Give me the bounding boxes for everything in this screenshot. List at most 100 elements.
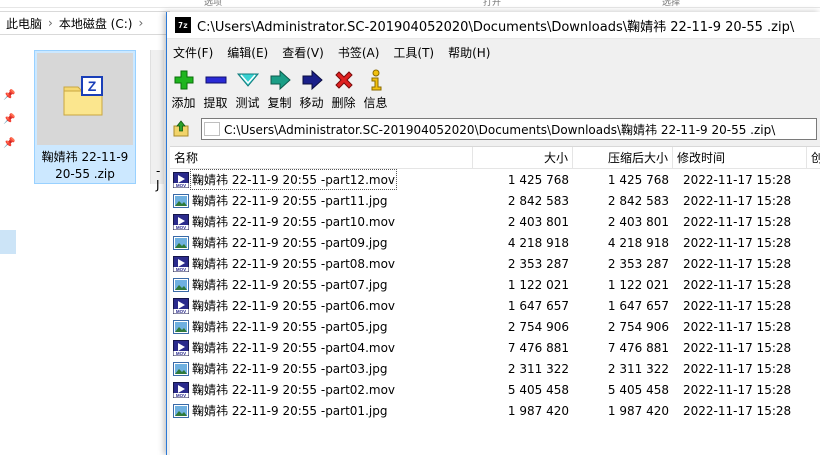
menu-help[interactable]: 帮助(H)	[448, 44, 490, 61]
delete-label: 删除	[331, 96, 356, 110]
add-label: 添加	[171, 96, 196, 110]
file-modified: 2022-11-17 15:28	[683, 193, 792, 208]
file-row[interactable]: 鞠婧祎 22-11-9 20:55 -part09.jpg 4 218 918 4 …	[170, 232, 820, 253]
file-name: 鞠婧祎 22-11-9 20:55 -part09.jpg	[192, 236, 388, 250]
file-row[interactable]: 鞠婧祎 22-11-9 20:55 -part01.jpg 1 987 420 1 …	[170, 400, 820, 421]
ribbon-fragment-2[interactable]: 打开	[483, 0, 501, 7]
image-file-icon	[173, 403, 189, 419]
delete-button[interactable]: 删除	[329, 66, 358, 112]
file-modified: 2022-11-17 15:28	[683, 382, 792, 397]
file-row[interactable]: MOV 鞠婧祎 22-11-9 20:55 -part06.mov 1 647 65…	[170, 295, 820, 316]
file-name-cell: MOV 鞠婧祎 22-11-9 20:55 -part10.mov	[170, 213, 473, 230]
svg-text:MOV: MOV	[176, 267, 186, 272]
file-name: 鞠婧祎 22-11-9 20:55 -part01.jpg	[192, 404, 388, 418]
file-row[interactable]: MOV 鞠婧祎 22-11-9 20:55 -part08.mov 2 353 28…	[170, 253, 820, 274]
pin-icon[interactable]: 📌	[3, 138, 15, 150]
copy-button[interactable]: 复制	[265, 66, 294, 112]
file-size: 2 842 583	[507, 193, 569, 208]
file-size: 1 122 021	[507, 277, 569, 292]
file-modified: 2022-11-17 15:28	[683, 403, 792, 418]
file-row[interactable]: MOV 鞠婧祎 22-11-9 20:55 -part12.mov 1 425 76…	[170, 169, 820, 190]
video-file-icon: MOV	[173, 297, 189, 314]
file-size: 7 476 881	[507, 340, 569, 355]
file-packed-size: 1 425 768	[607, 172, 669, 187]
7zip-app-icon[interactable]: 7z	[175, 17, 191, 33]
extract-button[interactable]: 提取	[201, 66, 230, 112]
breadcrumb-local-disk[interactable]: 本地磁盘 (C:)	[59, 15, 133, 32]
image-file-icon	[173, 319, 189, 335]
file-name: 鞠婧祎 22-11-9 20:55 -part10.mov	[192, 215, 396, 229]
zip-file-tile[interactable]: Z 鞠婧祎 22-11-9 20-55 .zip	[34, 50, 136, 184]
7zip-window: 7z C:\Users\Administrator.SC-20190405202…	[166, 12, 820, 455]
file-row[interactable]: 鞠婧祎 22-11-9 20:55 -part05.jpg 2 754 906 2 …	[170, 316, 820, 337]
adjacent-file-name: -J	[156, 164, 161, 192]
file-packed-size: 2 754 906	[607, 319, 669, 334]
image-file-icon	[173, 193, 189, 209]
svg-text:MOV: MOV	[176, 393, 186, 398]
file-size: 2 754 906	[507, 319, 569, 334]
file-row[interactable]: MOV 鞠婧祎 22-11-9 20:55 -part02.mov 5 405 45…	[170, 379, 820, 400]
file-name: 鞠婧祎 22-11-9 20:55 -part12.mov	[189, 169, 398, 190]
file-name: 鞠婧祎 22-11-9 20:55 -part11.jpg	[192, 194, 388, 208]
pin-icon[interactable]: 📌	[3, 90, 15, 102]
file-row[interactable]: 鞠婧祎 22-11-9 20:55 -part07.jpg 1 122 021 1 …	[170, 274, 820, 295]
file-name-cell: MOV 鞠婧祎 22-11-9 20:55 -part06.mov	[170, 297, 473, 314]
file-row[interactable]: MOV 鞠婧祎 22-11-9 20:55 -part04.mov 7 476 88…	[170, 337, 820, 358]
file-row[interactable]: MOV 鞠婧祎 22-11-9 20:55 -part10.mov 2 403 80…	[170, 211, 820, 232]
nav-selected-item[interactable]	[0, 230, 16, 254]
file-size: 5 405 458	[507, 382, 569, 397]
move-label: 移动	[299, 96, 324, 110]
adjacent-file-tile[interactable]: -J	[150, 50, 164, 192]
file-packed-size: 2 403 801	[607, 214, 669, 229]
file-size: 1 987 420	[507, 403, 569, 418]
menu-view[interactable]: 查看(V)	[282, 44, 324, 61]
file-name: 鞠婧祎 22-11-9 20:55 -part02.mov	[192, 383, 396, 397]
menu-edit[interactable]: 编辑(E)	[227, 44, 268, 61]
menu-bookmarks[interactable]: 书签(A)	[338, 44, 380, 61]
extract-label: 提取	[203, 96, 228, 110]
menu-tools[interactable]: 工具(T)	[393, 44, 434, 61]
zip-file-name: 鞠婧祎 22-11-9 20-55 .zip	[41, 150, 129, 181]
file-packed-size: 1 987 420	[607, 403, 669, 418]
file-modified: 2022-11-17 15:28	[683, 172, 792, 187]
video-file-icon: MOV	[173, 255, 189, 272]
file-thumbnail: Z	[37, 53, 133, 145]
file-size: 1 647 657	[507, 298, 569, 313]
up-folder-button[interactable]	[171, 119, 191, 139]
info-label: 信息	[363, 96, 388, 110]
archive-type-icon	[204, 122, 220, 136]
video-file-icon: MOV	[173, 381, 189, 398]
file-packed-size: 2 311 322	[607, 361, 669, 376]
file-packed-size: 5 405 458	[607, 382, 669, 397]
file-name-cell: MOV 鞠婧祎 22-11-9 20:55 -part04.mov	[170, 339, 473, 356]
test-button[interactable]: 测试	[233, 66, 262, 112]
column-header-name[interactable]: 名称	[170, 147, 473, 169]
ribbon-fragment-3[interactable]: 选择	[662, 0, 680, 7]
move-button[interactable]: 移动	[297, 66, 326, 112]
menu-file[interactable]: 文件(F)	[173, 44, 213, 61]
title-bar[interactable]: 7z C:\Users\Administrator.SC-20190405202…	[167, 12, 820, 39]
info-button[interactable]: 信息	[361, 66, 390, 112]
test-label: 测试	[235, 96, 260, 110]
add-button[interactable]: 添加	[169, 66, 198, 112]
menu-bar: 文件(F) 编辑(E) 查看(V) 书签(A) 工具(T) 帮助(H)	[167, 40, 820, 64]
file-size: 2 311 322	[507, 361, 569, 376]
column-header-created[interactable]: 创	[807, 147, 820, 169]
explorer-address-bar[interactable]: 此电脑 › 本地磁盘 (C:) ›	[0, 11, 170, 35]
file-name: 鞠婧祎 22-11-9 20:55 -part04.mov	[192, 341, 396, 355]
pin-icon[interactable]: 📌	[3, 114, 15, 126]
file-name: 鞠婧祎 22-11-9 20:55 -part05.jpg	[192, 320, 388, 334]
column-header-size[interactable]: 大小	[473, 147, 573, 169]
file-list[interactable]: 名称 大小 压缩后大小 修改时间 创 MOV 鞠婧祎 22-11-9 20:55 …	[170, 146, 820, 455]
ribbon-fragment-1[interactable]: 选项	[204, 0, 222, 7]
column-header-modified[interactable]: 修改时间	[673, 147, 807, 169]
breadcrumb-this-pc[interactable]: 此电脑	[6, 15, 42, 32]
file-row[interactable]: 鞠婧祎 22-11-9 20:55 -part03.jpg 2 311 322 2 …	[170, 358, 820, 379]
column-header-packed-size[interactable]: 压缩后大小	[573, 147, 673, 169]
path-combobox[interactable]	[201, 118, 817, 140]
file-name: 鞠婧祎 22-11-9 20:55 -part06.mov	[192, 299, 396, 313]
file-modified: 2022-11-17 15:28	[683, 340, 792, 355]
path-input[interactable]	[224, 122, 814, 136]
file-row[interactable]: 鞠婧祎 22-11-9 20:55 -part11.jpg 2 842 583 2 …	[170, 190, 820, 211]
video-file-icon: MOV	[173, 339, 189, 356]
